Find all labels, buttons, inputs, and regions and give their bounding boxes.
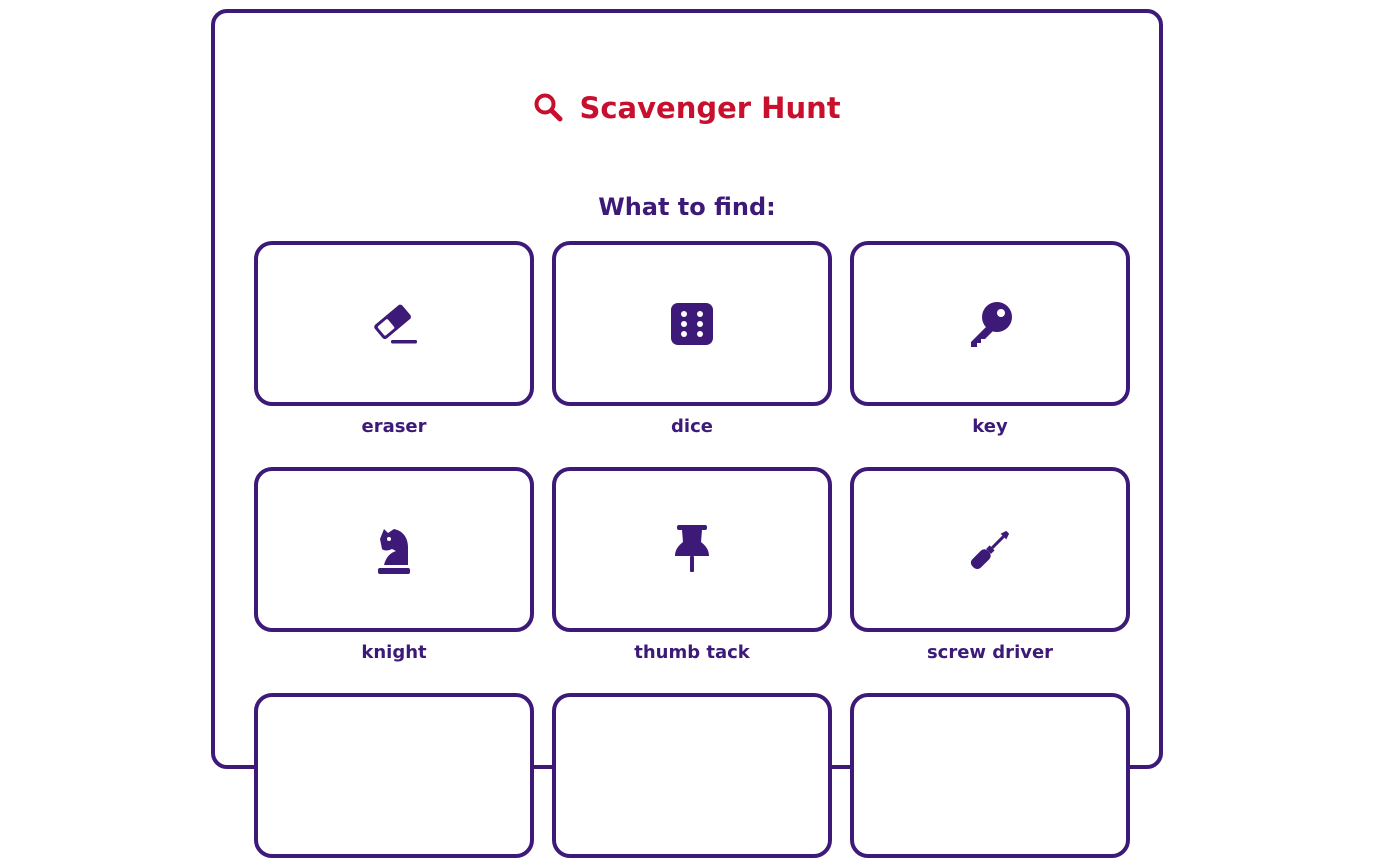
item-card[interactable] [850,693,1130,858]
item-card[interactable] [552,693,832,858]
screwdriver-icon [964,524,1016,576]
item-eraser[interactable]: eraser [254,241,534,437]
item-card-row3-1[interactable] [254,693,534,858]
scavenger-hunt-panel: Scavenger Hunt What to find: eraser dice… [211,9,1163,858]
item-label: knight [361,642,427,663]
item-card-row3-3[interactable] [850,693,1130,858]
chess-knight-icon [374,525,414,575]
item-key[interactable]: key [850,241,1130,437]
item-screw-driver[interactable]: screw driver [850,467,1130,663]
item-label: thumb tack [634,642,750,663]
item-card[interactable] [254,693,534,858]
what-to-find-heading: What to find: [598,193,776,221]
page-title-text: Scavenger Hunt [579,91,841,125]
thumbtack-icon [672,524,712,576]
key-icon [965,299,1015,349]
item-label: screw driver [926,642,1054,663]
item-card[interactable] [552,467,832,632]
item-card[interactable] [850,241,1130,406]
item-card[interactable] [850,467,1130,632]
page-title: Scavenger Hunt [215,91,1159,125]
item-thumb-tack[interactable]: thumb tack [552,467,832,663]
item-card-row3-2[interactable] [552,693,832,858]
search-icon [533,91,579,125]
item-knight[interactable]: knight [254,467,534,663]
eraser-icon [369,302,419,346]
item-card[interactable] [254,241,534,406]
dice-icon [670,302,714,346]
item-label: eraser [361,416,427,437]
item-card[interactable] [254,467,534,632]
item-label: dice [671,416,713,437]
item-label: key [972,416,1008,437]
item-dice[interactable]: dice [552,241,832,437]
item-card[interactable] [552,241,832,406]
